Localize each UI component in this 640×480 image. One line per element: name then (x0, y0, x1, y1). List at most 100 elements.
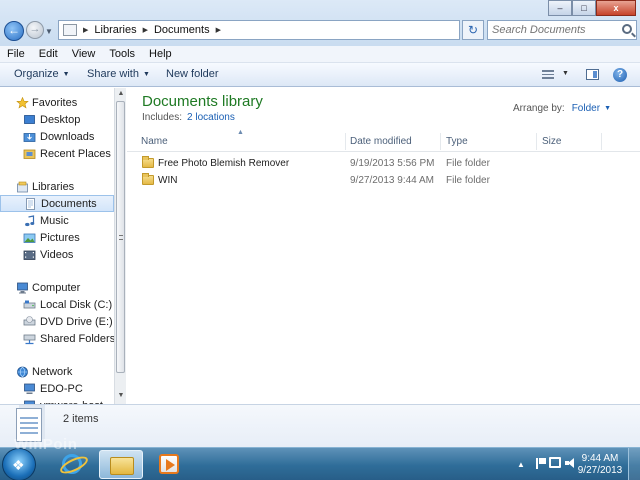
breadcrumb-documents[interactable]: Documents (154, 24, 210, 36)
nav-item-pictures[interactable]: Pictures (0, 229, 114, 246)
nav-item-desktop[interactable]: Desktop (0, 111, 114, 128)
nav-item-downloads[interactable]: Downloads (0, 128, 114, 145)
column-size[interactable]: Size (542, 136, 561, 147)
maximize-button[interactable]: □ (572, 0, 596, 16)
chevron-down-icon[interactable]: ▼ (604, 105, 611, 112)
nav-group-label: Computer (32, 281, 81, 294)
nav-group-network[interactable]: Network (0, 363, 114, 380)
nav-item-shared-folders[interactable]: Shared Folders (\ (0, 330, 114, 347)
menu-view[interactable]: View (65, 48, 103, 60)
file-row[interactable]: Free Photo Blemish Remover 9/19/2013 5:5… (139, 156, 639, 172)
view-options-chevron-icon[interactable]: ▼ (562, 70, 569, 77)
music-icon (25, 214, 35, 226)
navigation-pane: Favorites Desktop Downloads Recent Place… (0, 88, 114, 404)
folder-icon (142, 156, 154, 168)
volume-icon[interactable] (565, 458, 575, 468)
organize-button[interactable]: Organize ▼ (14, 68, 70, 80)
forward-button[interactable]: → (26, 21, 44, 39)
help-icon[interactable]: ? (613, 68, 627, 82)
scroll-down-arrow-icon[interactable]: ▼ (115, 390, 127, 402)
chevron-right-icon[interactable]: ▶ (143, 26, 148, 34)
network-drive-icon (23, 334, 36, 344)
minimize-button[interactable]: – (548, 0, 572, 16)
file-row[interactable]: WIN 9/27/2013 9:44 AM File folder (139, 173, 639, 189)
nav-item-label: EDO-PC (40, 382, 83, 395)
includes-label: Includes: (142, 112, 183, 123)
media-player-icon (159, 454, 179, 474)
show-desktop-button[interactable] (628, 448, 640, 480)
chevron-down-icon: ▼ (142, 71, 150, 78)
nav-group-label: Network (32, 365, 73, 378)
computer-icon (17, 282, 28, 293)
scroll-thumb[interactable] (116, 101, 125, 373)
share-with-button[interactable]: Share with ▼ (87, 68, 150, 80)
nav-item-videos[interactable]: Videos (0, 246, 114, 263)
navigation-scrollbar[interactable]: ▲ ▼ (114, 88, 126, 404)
file-date-modified: 9/27/2013 9:44 AM (350, 175, 434, 186)
menu-file[interactable]: File (0, 48, 32, 60)
file-name: WIN (158, 175, 178, 186)
grip-icon (119, 235, 123, 240)
address-field[interactable]: ▶ Libraries ▶ Documents ▶ (58, 20, 460, 40)
nav-item-vmware-host[interactable]: vmware-host (0, 397, 114, 404)
column-divider[interactable] (536, 133, 537, 150)
includes-locations-link[interactable]: 2 locations (187, 112, 235, 123)
network-icon (17, 366, 28, 377)
menu-edit[interactable]: Edit (32, 48, 65, 60)
show-hidden-icons-arrow-icon[interactable]: ▲ (517, 460, 525, 469)
arrange-by-dropdown[interactable]: Folder (572, 103, 600, 114)
change-view-icon[interactable] (542, 70, 554, 79)
close-button[interactable]: x (596, 0, 636, 16)
column-divider[interactable] (601, 133, 602, 150)
nav-item-label: Downloads (40, 130, 95, 143)
clock[interactable]: 9:44 AM 9/27/2013 (577, 453, 623, 477)
search-icon[interactable] (622, 24, 632, 34)
breadcrumb-libraries[interactable]: Libraries (94, 24, 136, 36)
menu-help[interactable]: Help (142, 48, 179, 60)
nav-item-dvd-drive[interactable]: DVD Drive (E:) CD (0, 313, 114, 330)
column-name[interactable]: Name (141, 136, 168, 147)
folder-icon (110, 457, 134, 475)
preview-pane-icon[interactable] (586, 69, 599, 80)
nav-item-label: DVD Drive (E:) CD (40, 315, 114, 328)
nav-group-libraries[interactable]: Libraries (0, 178, 114, 195)
nav-item-label: Local Disk (C:) (40, 298, 113, 311)
nav-group-favorites[interactable]: Favorites (0, 94, 114, 111)
nav-item-documents[interactable]: Documents (0, 195, 114, 212)
menu-bar: File Edit View Tools Help (0, 46, 640, 63)
back-button[interactable]: ← (4, 21, 24, 41)
column-divider[interactable] (345, 133, 346, 150)
nav-item-label: Videos (40, 248, 74, 261)
menu-tools[interactable]: Tools (102, 48, 142, 60)
action-center-flag-icon[interactable] (536, 458, 546, 469)
chevron-right-icon[interactable]: ▶ (83, 26, 88, 34)
window-controls: – □ x (548, 0, 636, 16)
taskbar-media-player[interactable] (147, 450, 191, 479)
file-name: Free Photo Blemish Remover (158, 158, 290, 169)
search-box[interactable] (487, 20, 637, 40)
folder-icon (142, 173, 154, 185)
scroll-up-arrow-icon[interactable]: ▲ (115, 88, 127, 100)
nav-item-recent-places[interactable]: Recent Places (0, 145, 114, 162)
refresh-button[interactable]: ↻ (462, 20, 484, 40)
nav-item-edo-pc[interactable]: EDO-PC (0, 380, 114, 397)
column-divider[interactable] (440, 133, 441, 150)
chevron-down-icon: ▼ (62, 71, 70, 78)
recent-pages-button[interactable]: ▼ (45, 27, 55, 37)
downloads-folder-icon (23, 132, 36, 142)
column-type[interactable]: Type (446, 136, 468, 147)
clock-time: 9:44 AM (581, 453, 619, 464)
column-date-modified[interactable]: Date modified (350, 136, 412, 147)
search-input[interactable] (492, 23, 618, 37)
network-tray-icon[interactable] (549, 457, 561, 468)
new-folder-button[interactable]: New folder (166, 68, 219, 80)
nav-item-local-disk[interactable]: Local Disk (C:) (0, 296, 114, 313)
file-type: File folder (446, 158, 490, 169)
item-count: 2 items (63, 413, 99, 425)
nav-group-computer[interactable]: Computer (0, 279, 114, 296)
nav-item-music[interactable]: Music (0, 212, 114, 229)
chevron-right-icon[interactable]: ▶ (216, 26, 221, 34)
star-icon (16, 96, 29, 108)
documents-icon (26, 197, 35, 210)
arrow-left-icon: ← (8, 23, 20, 37)
